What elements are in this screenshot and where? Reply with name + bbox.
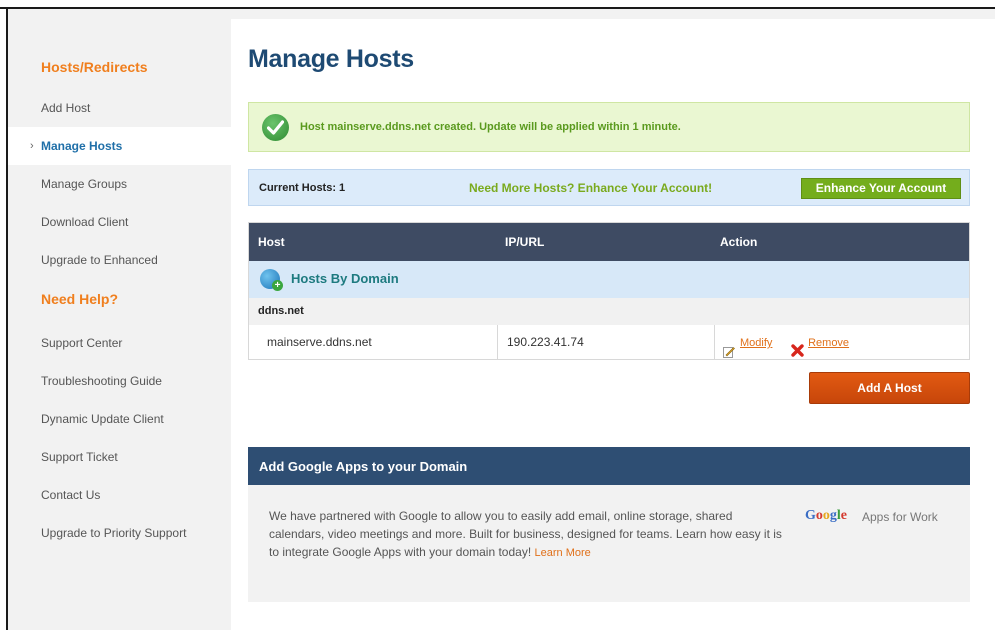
google-apps-description: We have partnered with Google to allow y… bbox=[269, 507, 789, 562]
host-name-link[interactable]: mainserve.ddns.net bbox=[267, 325, 372, 359]
table-header: Host IP/URL Action bbox=[249, 223, 969, 261]
red-x-icon[interactable] bbox=[791, 336, 804, 358]
page-title: Manage Hosts bbox=[248, 45, 414, 73]
success-message: Host mainserve.ddns.net created. Update … bbox=[300, 121, 681, 133]
column-divider bbox=[497, 325, 498, 359]
group-label: Hosts By Domain bbox=[291, 271, 399, 286]
column-header-ip: IP/URL bbox=[505, 235, 545, 249]
remove-link[interactable]: Remove bbox=[808, 337, 849, 349]
hosts-summary-bar: Current Hosts: 1 Need More Hosts? Enhanc… bbox=[248, 169, 970, 206]
enhance-account-button[interactable]: Enhance Your Account bbox=[801, 178, 961, 199]
google-apps-header: Add Google Apps to your Domain bbox=[248, 447, 970, 485]
row-actions: Modify Remove bbox=[723, 325, 849, 359]
chevron-right-icon: › bbox=[30, 140, 34, 152]
domain-row: ddns.net bbox=[249, 298, 969, 325]
google-apps-heading: Add Google Apps to your Domain bbox=[259, 459, 468, 474]
column-header-host: Host bbox=[258, 235, 285, 249]
google-apps-panel: Add Google Apps to your Domain We have p… bbox=[248, 447, 970, 602]
sidebar-item-add-host[interactable]: Add Host bbox=[8, 89, 231, 127]
sidebar-item-label: Manage Hosts bbox=[41, 139, 123, 153]
sidebar: Hosts/Redirects Add Host › Manage Hosts … bbox=[8, 19, 231, 630]
column-divider bbox=[714, 325, 715, 359]
main-content: Manage Hosts Host mainserve.ddns.net cre… bbox=[248, 0, 970, 630]
sidebar-item-contact-us[interactable]: Contact Us bbox=[8, 476, 231, 514]
sidebar-item-upgrade-enhanced[interactable]: Upgrade to Enhanced bbox=[8, 241, 231, 279]
host-ip: 190.223.41.74 bbox=[507, 335, 584, 349]
sidebar-item-manage-hosts[interactable]: › Manage Hosts bbox=[8, 127, 231, 165]
sidebar-item-support-center[interactable]: Support Center bbox=[8, 324, 231, 362]
check-circle-icon bbox=[262, 114, 289, 141]
hosts-table: Host IP/URL Action + Hosts By Domain ddn… bbox=[248, 222, 970, 360]
success-banner: Host mainserve.ddns.net created. Update … bbox=[248, 102, 970, 152]
sidebar-item-dynamic-update-client[interactable]: Dynamic Update Client bbox=[8, 400, 231, 438]
learn-more-link[interactable]: Learn More bbox=[535, 547, 591, 559]
sidebar-item-manage-groups[interactable]: Manage Groups bbox=[8, 165, 231, 203]
sidebar-item-troubleshooting[interactable]: Troubleshooting Guide bbox=[8, 362, 231, 400]
add-host-button[interactable]: Add A Host bbox=[809, 372, 970, 404]
column-header-action: Action bbox=[720, 235, 758, 249]
sidebar-item-download-client[interactable]: Download Client bbox=[8, 203, 231, 241]
pencil-icon[interactable] bbox=[723, 337, 735, 358]
upsell-text[interactable]: Need More Hosts? Enhance Your Account! bbox=[469, 181, 712, 195]
globe-add-icon: + bbox=[260, 269, 283, 291]
hosts-by-domain-group: + Hosts By Domain bbox=[249, 261, 969, 298]
google-logo: Google bbox=[805, 508, 847, 523]
modify-link[interactable]: Modify bbox=[740, 337, 772, 349]
sidebar-item-support-ticket[interactable]: Support Ticket bbox=[8, 438, 231, 476]
current-hosts-count: Current Hosts: 1 bbox=[259, 182, 346, 194]
domain-name: ddns.net bbox=[258, 305, 304, 317]
sidebar-item-priority-support[interactable]: Upgrade to Priority Support bbox=[8, 514, 231, 552]
table-row: mainserve.ddns.net 190.223.41.74 Modify … bbox=[249, 325, 969, 359]
sidebar-section-hosts-title: Hosts/Redirects bbox=[41, 59, 148, 75]
google-apps-body-text: We have partnered with Google to allow y… bbox=[269, 509, 782, 559]
google-apps-suffix: Apps for Work bbox=[862, 510, 938, 524]
sidebar-section-help-title: Need Help? bbox=[41, 291, 119, 307]
